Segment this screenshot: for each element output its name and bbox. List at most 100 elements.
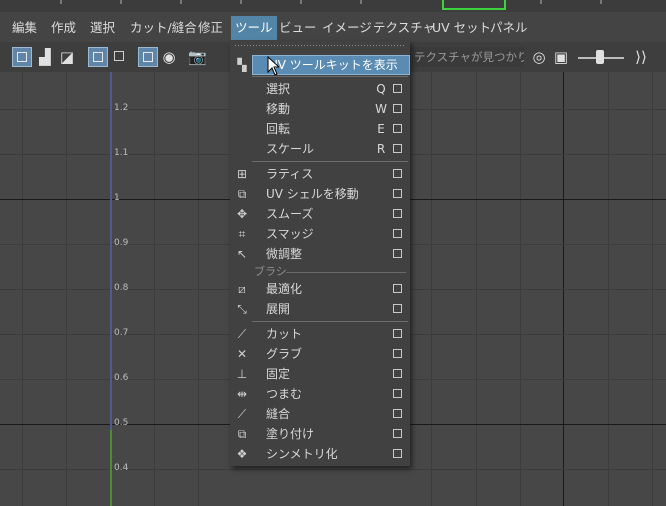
option-box[interactable] [393, 429, 402, 438]
menu-item-label: スムーズ [266, 207, 314, 221]
menu-item-pinch[interactable]: つまむ [250, 384, 410, 404]
uv-face-icon[interactable]: ◪ [58, 48, 76, 66]
menu-edit[interactable]: 編集 [8, 16, 41, 40]
menu-item-label: 固定 [266, 367, 291, 381]
option-box[interactable] [393, 124, 402, 133]
option-box[interactable] [393, 189, 402, 198]
menu-separator [252, 76, 408, 77]
camera-icon[interactable]: 📷 [188, 48, 207, 66]
option-box[interactable] [393, 144, 402, 153]
paint-icon: ⧉ [237, 427, 247, 441]
option-box[interactable] [393, 449, 402, 458]
v-axis-green [110, 430, 112, 506]
option-box[interactable] [393, 249, 402, 258]
v-tick-label: 1 [114, 193, 120, 203]
menu-item-smooth[interactable]: スムーズ [250, 204, 410, 224]
image-channel-icon[interactable]: ▣ [552, 48, 570, 66]
uv-range-marker [442, 0, 506, 10]
lattice-icon: ⊞ [236, 167, 248, 181]
option-box[interactable] [393, 304, 402, 313]
menu-item-unfold[interactable]: 展開 [250, 299, 410, 319]
menu-item-smudge[interactable]: スマッジ [250, 224, 410, 244]
rgb-channel-icon[interactable]: ◎ [530, 48, 548, 66]
section-divider [286, 272, 406, 273]
menu-item-label: 最適化 [266, 282, 303, 296]
menu-image[interactable]: イメージ [318, 16, 376, 40]
option-box[interactable] [393, 169, 402, 178]
menu-item-sew[interactable]: 縫合 [250, 404, 410, 424]
menu-item-label: 塗り付け [266, 427, 315, 441]
uv-toolkit-icon: ▚ [237, 58, 247, 72]
menu-create[interactable]: 作成 [47, 16, 80, 40]
tools-dropdown-menu: ▚ UV ツールキットを表示 選択 Q 移動 W 回転 E スケール R ⊞ ラ… [230, 41, 410, 466]
option-box[interactable] [393, 209, 402, 218]
v-tick-label: 0.9 [114, 238, 129, 248]
menu-item-label: 縫合 [266, 407, 291, 421]
option-box[interactable] [393, 229, 402, 238]
v-tick-label: 1.2 [114, 103, 129, 113]
menu-item-pin[interactable]: 固定 [250, 364, 410, 384]
menu-item-lattice[interactable]: ラティス [250, 164, 410, 184]
unfold-icon: ⤡ [237, 302, 247, 316]
tweak-icon: ↖ [236, 247, 248, 261]
menu-item-tweak[interactable]: 微調整 [250, 244, 410, 264]
option-box[interactable] [393, 409, 402, 418]
menu-item-hotkey: Q [376, 82, 386, 96]
option-box[interactable] [393, 329, 402, 338]
menu-item-cut[interactable]: カット [250, 324, 410, 344]
menu-separator [252, 321, 408, 322]
option-box[interactable] [393, 369, 402, 378]
mouse-cursor-icon [267, 56, 279, 76]
grid-toggle-icon[interactable] [138, 47, 158, 67]
option-box[interactable] [393, 84, 402, 93]
menu-tools[interactable]: ツール [231, 16, 277, 40]
option-box[interactable] [393, 104, 402, 113]
v-tick-label: 0.8 [114, 283, 129, 293]
v-tick-label: 0.6 [114, 373, 129, 383]
menu-item-optimize[interactable]: 最適化 [250, 279, 410, 299]
menu-separator [252, 161, 408, 162]
menu-item-select[interactable]: 選択 Q [250, 79, 410, 99]
menu-item-grab[interactable]: グラブ [250, 344, 410, 364]
menu-select[interactable]: 選択 [86, 16, 119, 40]
exposure-slider-knob[interactable] [596, 50, 604, 64]
menu-item-label: 移動 [266, 102, 291, 116]
menu-item-rotate[interactable]: 回転 E [250, 119, 410, 139]
dim-image-icon[interactable] [110, 47, 130, 67]
menu-item-scale[interactable]: スケール R [250, 139, 410, 159]
strip-tick [360, 0, 362, 4]
uv-shell-icon[interactable]: ▟ [36, 48, 54, 66]
smooth-icon: ✥ [236, 207, 248, 221]
menu-item-label: UV ツールキットを表示 [269, 58, 398, 72]
pin-icon: ⊥ [236, 367, 248, 381]
display-image-icon[interactable] [88, 47, 108, 67]
texture-dropdown[interactable]: テクスチャが見つかり… [412, 47, 524, 67]
option-box[interactable] [393, 389, 402, 398]
strip-tick [60, 0, 62, 4]
menu-cut-sew[interactable]: カット/縫合 [126, 16, 201, 40]
menu-view[interactable]: ビュー [275, 16, 321, 40]
move-uv-shell-icon: ⧉ [237, 187, 247, 201]
section-brush-title: ブラシ [254, 265, 287, 278]
snap-icon[interactable]: ◉ [160, 48, 178, 66]
menu-item-paint[interactable]: 塗り付け [250, 424, 410, 444]
menu-item-label: スケール [266, 142, 315, 156]
strip-tick [240, 0, 242, 4]
strip-tick [300, 0, 302, 4]
tear-off-handle[interactable] [234, 44, 406, 48]
option-box[interactable] [393, 284, 402, 293]
option-box[interactable] [393, 349, 402, 358]
menu-modify[interactable]: 修正 [194, 16, 227, 40]
v-tick-label: 1.1 [114, 148, 129, 158]
strip-tick [180, 0, 182, 4]
menu-item-move[interactable]: 移動 W [250, 99, 410, 119]
gamma-icon[interactable]: ⟩⟩ [632, 48, 650, 66]
menu-item-label: つまむ [266, 387, 303, 401]
smudge-icon: ⌗ [238, 227, 246, 241]
menu-panels[interactable]: パネル [486, 16, 532, 40]
menu-item-move-uv-shell[interactable]: UV シェルを移動 [250, 184, 410, 204]
strip-tick [600, 0, 602, 4]
menu-item-symmetrize[interactable]: シンメトリ化 [250, 444, 410, 464]
uv-grid-icon[interactable] [12, 47, 32, 67]
optimize-icon: ⧄ [238, 282, 246, 296]
